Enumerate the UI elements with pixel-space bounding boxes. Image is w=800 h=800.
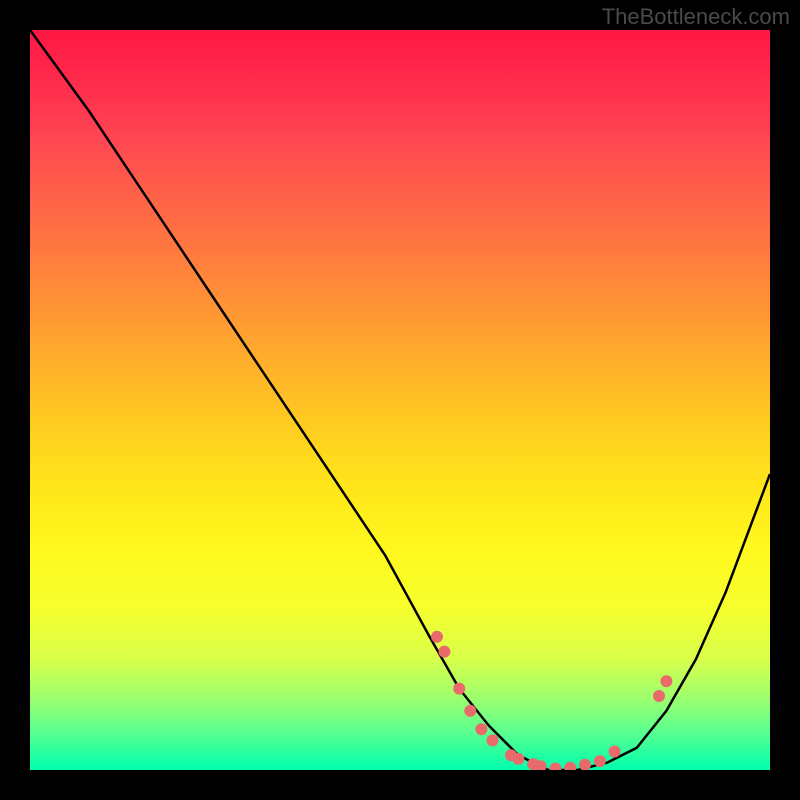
curve-marker-dot	[464, 705, 476, 717]
curve-marker-dot	[549, 763, 561, 771]
bottleneck-curve-line	[30, 30, 770, 770]
curve-marker-dot	[579, 759, 591, 770]
curve-marker-dot	[653, 690, 665, 702]
curve-marker-dot	[594, 755, 606, 767]
curve-marker-dot	[660, 675, 672, 687]
attribution-text: TheBottleneck.com	[602, 4, 790, 30]
curve-marker-dot	[487, 734, 499, 746]
curve-marker-dot	[564, 762, 576, 770]
curve-marker-dot	[438, 646, 450, 658]
chart-plot-area	[30, 30, 770, 770]
curve-marker-dot	[609, 746, 621, 758]
curve-marker-dot	[453, 683, 465, 695]
curve-marker-dot	[512, 753, 524, 765]
curve-marker-dot	[431, 631, 443, 643]
chart-svg-layer	[30, 30, 770, 770]
curve-marker-dot	[475, 723, 487, 735]
